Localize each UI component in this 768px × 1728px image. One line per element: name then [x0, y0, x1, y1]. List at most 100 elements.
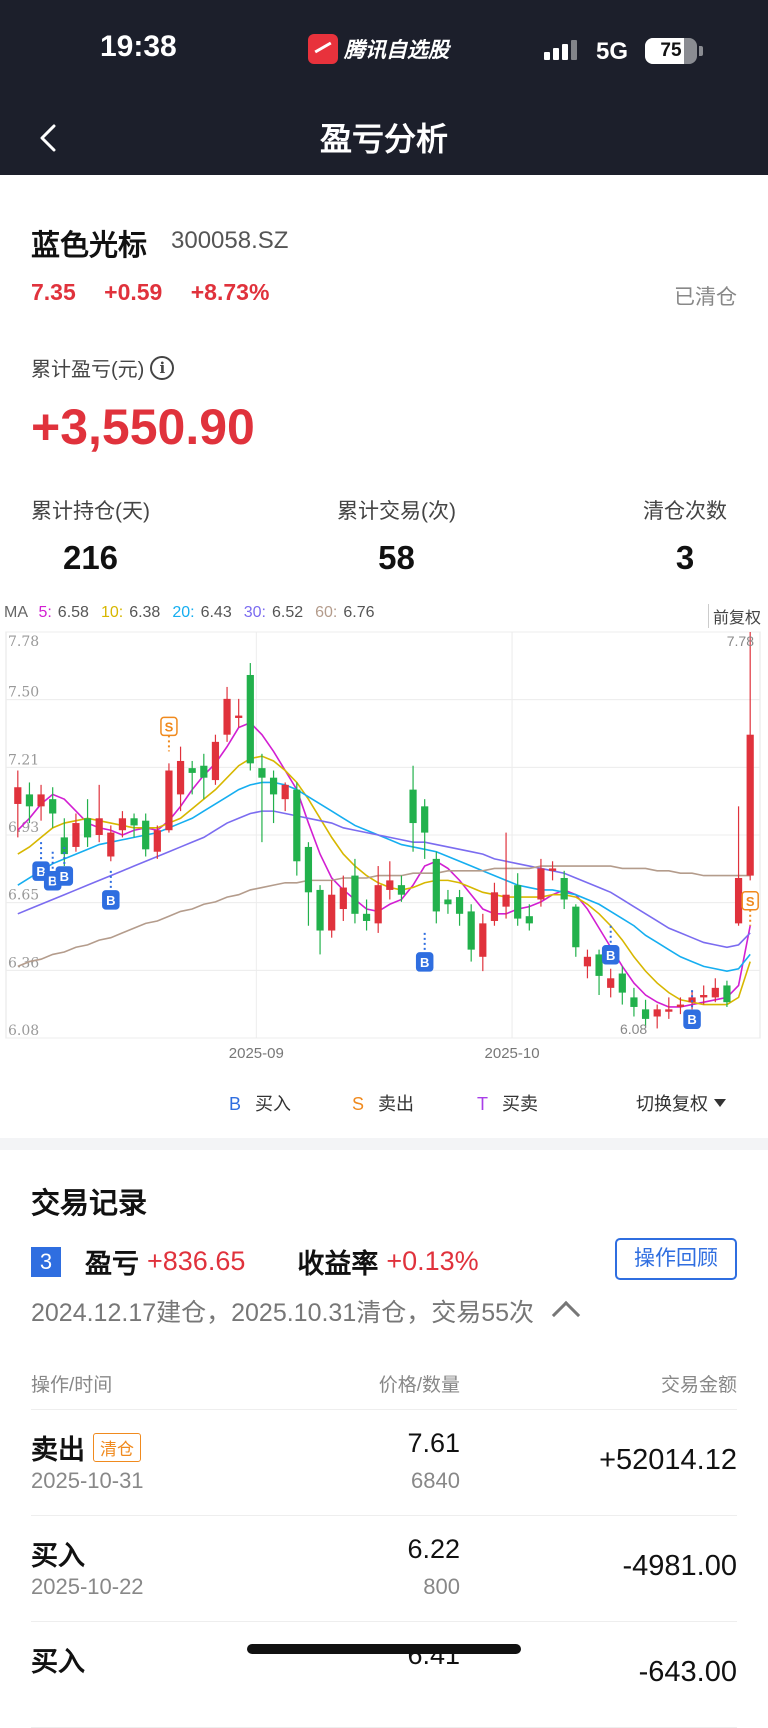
- y-tick-label: 7.21: [8, 752, 39, 768]
- candle-body: [514, 885, 522, 919]
- candle-body: [49, 799, 57, 814]
- candlestick-chart[interactable]: 7.787.507.216.936.656.366.082025-09 2025-…: [4, 628, 764, 1068]
- chevron-up-icon[interactable]: [551, 1300, 581, 1330]
- trade-action: 买入: [31, 1640, 85, 1679]
- candle-body: [409, 789, 417, 824]
- candle-body: [95, 818, 103, 835]
- candle-body: [723, 985, 731, 1003]
- x-tick-label: 2025-09: [229, 1045, 284, 1062]
- app-badge[interactable]: 腾讯自选股: [308, 34, 449, 64]
- ma-item: 5: 6.58: [38, 604, 94, 621]
- legend-both: T 买卖: [477, 1090, 538, 1116]
- candle-body: [142, 820, 150, 850]
- trade-date: 2025-10-22: [31, 1574, 144, 1599]
- adjust-label[interactable]: 前复权: [708, 604, 761, 628]
- legend-sell-label: 卖出: [378, 1094, 415, 1114]
- candle-body: [246, 674, 254, 764]
- header-action: 操作/时间: [31, 1375, 113, 1396]
- candle-body: [293, 789, 301, 862]
- marker-label: B: [106, 893, 115, 908]
- candle-body: [653, 1009, 661, 1017]
- candle-body: [316, 889, 324, 931]
- ma-item-label: 60:: [315, 604, 338, 621]
- marker-label: S: [746, 894, 755, 909]
- stock-change: +0.59: [104, 279, 163, 305]
- stock-name: 蓝色光标: [31, 230, 148, 262]
- candle-body: [83, 818, 92, 838]
- candle-body: [14, 787, 22, 804]
- clear-tag: 清仓: [93, 1433, 141, 1462]
- trade-amount: -643.00: [638, 1656, 737, 1688]
- candle-body: [548, 868, 557, 871]
- ma-item-value: 6.52: [271, 604, 304, 621]
- candle-body: [374, 885, 382, 924]
- candle-body: [432, 858, 440, 912]
- review-button[interactable]: 操作回顾: [615, 1238, 737, 1280]
- legend-sell: S 卖出: [352, 1090, 414, 1116]
- ma-item: 30: 6.52: [244, 604, 309, 621]
- switch-adjust-dropdown[interactable]: 切换复权: [636, 1090, 726, 1116]
- info-icon[interactable]: i: [150, 355, 175, 380]
- ma-item-value: 6.43: [200, 604, 232, 621]
- marker-label: B: [606, 948, 615, 963]
- ma-line-ma20: [17, 781, 751, 972]
- legend-sell-letter: S: [352, 1094, 365, 1114]
- ma-item: 60: 6.76: [315, 604, 380, 621]
- trade-amount: +52014.12: [599, 1444, 737, 1476]
- marker-label: S: [165, 719, 174, 734]
- candle-body: [572, 906, 580, 948]
- ma-item-value: 6.58: [57, 604, 89, 621]
- stat-clear-count: 清仓次数 3: [643, 495, 727, 577]
- candle-body: [72, 823, 80, 847]
- page-title: 盈亏分析: [319, 121, 448, 157]
- candle-body: [537, 868, 545, 900]
- marker-label: B: [420, 955, 429, 970]
- status-time: 19:38: [100, 30, 177, 63]
- candle-body: [188, 768, 196, 773]
- candle-body: [200, 765, 208, 778]
- ma-prefix: MA: [4, 604, 28, 621]
- candle-body: [479, 923, 487, 957]
- candle-body: [281, 784, 289, 800]
- stock-price: 7.35: [31, 279, 76, 305]
- candle-body: [746, 734, 754, 876]
- stock-change-pct: +8.73%: [190, 279, 270, 305]
- trade-period[interactable]: 2024.12.17建仓，2025.10.31清仓，交易55次: [31, 1293, 581, 1330]
- trade-action-label: 买入: [31, 1647, 85, 1677]
- candle-body: [665, 1009, 673, 1012]
- return-value: +0.13%: [386, 1246, 479, 1276]
- ma-item-label: 20:: [172, 604, 195, 621]
- candle-body: [607, 978, 615, 988]
- ma-item-label: 10:: [100, 604, 124, 621]
- ma-item: 10: 6.38: [101, 604, 166, 621]
- table-row[interactable]: 买入 6.41 -643.00: [31, 1622, 737, 1728]
- table-row[interactable]: 买入 2025-10-22 6.22 800 -4981.00: [31, 1516, 737, 1622]
- x-tick-label: 2025-10: [485, 1045, 540, 1062]
- trade-qty: 800: [423, 1574, 460, 1599]
- app-logo-icon: [308, 34, 338, 64]
- candle-body: [676, 1004, 685, 1007]
- y-tick-label: 7.50: [8, 685, 39, 701]
- table-row[interactable]: 卖出 清仓 2025-10-31 7.61 6840 +52014.12: [31, 1410, 737, 1516]
- candle-body: [176, 760, 185, 795]
- legend-buy: B 买入: [229, 1090, 291, 1116]
- y-tick-label: 6.93: [8, 820, 39, 836]
- candle-body: [328, 894, 336, 931]
- trade-action: 买入: [31, 1534, 85, 1573]
- ma-line-ma60: [17, 865, 751, 968]
- ma-item: 20: 6.43: [172, 604, 237, 621]
- signal-icon: [544, 40, 577, 60]
- nav-bar: 盈亏分析: [0, 100, 768, 175]
- candle-body: [258, 768, 266, 778]
- candle-body: [351, 875, 359, 914]
- candle-body: [153, 830, 161, 852]
- ma-legend: MA 5: 6.58 10: 6.38 20: 6.43 30: 6.52 60: 6.76: [4, 604, 393, 622]
- candle-body: [502, 894, 510, 907]
- home-indicator[interactable]: [247, 1644, 521, 1654]
- table-header: 操作/时间 价格/数量 交易金额: [31, 1370, 737, 1410]
- legend-both-label: 买卖: [502, 1094, 538, 1114]
- candle-body: [211, 741, 220, 781]
- candle-body: [560, 877, 568, 900]
- trades-title: 交易记录: [31, 1188, 148, 1220]
- candle-body: [130, 818, 138, 826]
